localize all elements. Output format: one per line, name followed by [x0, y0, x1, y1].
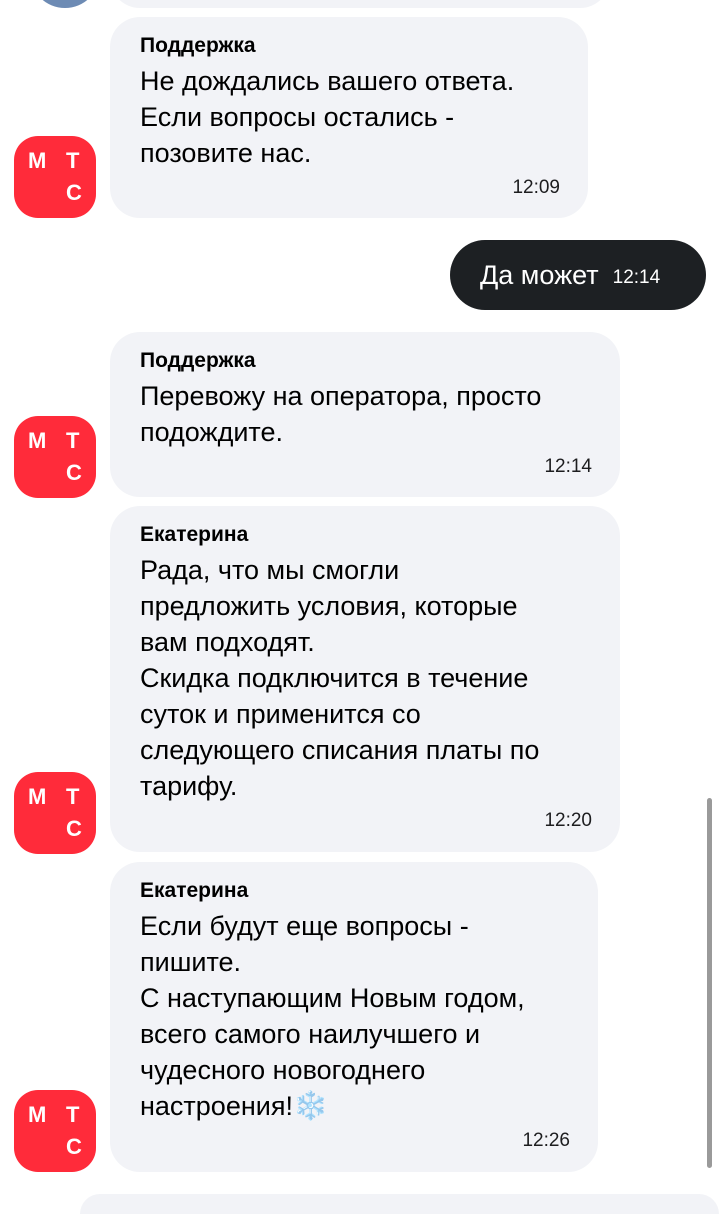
message-sender: Екатерина [140, 879, 249, 902]
message-time: 12:20 [544, 810, 592, 831]
mts-avatar: М Т С [14, 416, 96, 498]
message-text: Перевожу на оператора, просто подождите. [140, 381, 542, 447]
mts-avatar: М Т С [14, 1090, 96, 1172]
message-time: 12:14 [544, 456, 592, 477]
avatar-letter-m: М [28, 428, 47, 453]
message-bubble-operator-2[interactable]: Екатерина Если будут еще вопросы - пишит… [110, 862, 598, 1172]
partial-avatar [30, 0, 100, 8]
message-bubble-outgoing[interactable]: Да может 12:14 [450, 240, 706, 310]
message-text: Рада, что мы смогли предложить условия, … [140, 555, 540, 801]
message-time: 12:09 [512, 177, 560, 198]
message-bubble-support-1[interactable]: Поддержка Не дождались вашего ответа. Ес… [110, 17, 588, 218]
avatar-letter-t: Т [66, 1102, 80, 1127]
input-area-edge [80, 1194, 719, 1214]
mts-avatar: М Т С [14, 136, 96, 218]
avatar-letter-t: Т [66, 428, 80, 453]
avatar-letter-m: М [28, 784, 47, 809]
avatar-letter-s: С [66, 460, 82, 485]
avatar-letter-m: М [28, 148, 47, 173]
message-sender: Екатерина [140, 523, 249, 546]
message-text: Не дождались вашего ответа. Если вопросы… [140, 66, 515, 168]
message-text: Да может [480, 260, 599, 290]
partial-message-bubble [110, 0, 610, 8]
avatar-letter-t: Т [66, 784, 80, 809]
message-bubble-support-2[interactable]: Поддержка Перевожу на оператора, просто … [110, 332, 620, 497]
message-text-body: Если будут еще вопросы - пишите. С насту… [140, 911, 525, 1121]
message-time: 12:14 [612, 267, 661, 288]
message-bubble-operator-1[interactable]: Екатерина Рада, что мы смогли предложить… [110, 506, 620, 852]
message-text: Если будут еще вопросы - пишите. С насту… [140, 908, 570, 1124]
mts-avatar: М Т С [14, 772, 96, 854]
message-sender: Поддержка [140, 34, 256, 57]
message-sender: Поддержка [140, 349, 256, 372]
avatar-letter-t: Т [66, 148, 80, 173]
avatar-letter-s: С [66, 1134, 82, 1159]
avatar-letter-s: С [66, 816, 82, 841]
scrollbar[interactable] [707, 798, 712, 1168]
snowflake-emoji: ❄️ [292, 1090, 328, 1121]
avatar-letter-s: С [66, 180, 82, 205]
avatar-letter-m: М [28, 1102, 47, 1127]
message-time: 12:26 [522, 1130, 570, 1151]
